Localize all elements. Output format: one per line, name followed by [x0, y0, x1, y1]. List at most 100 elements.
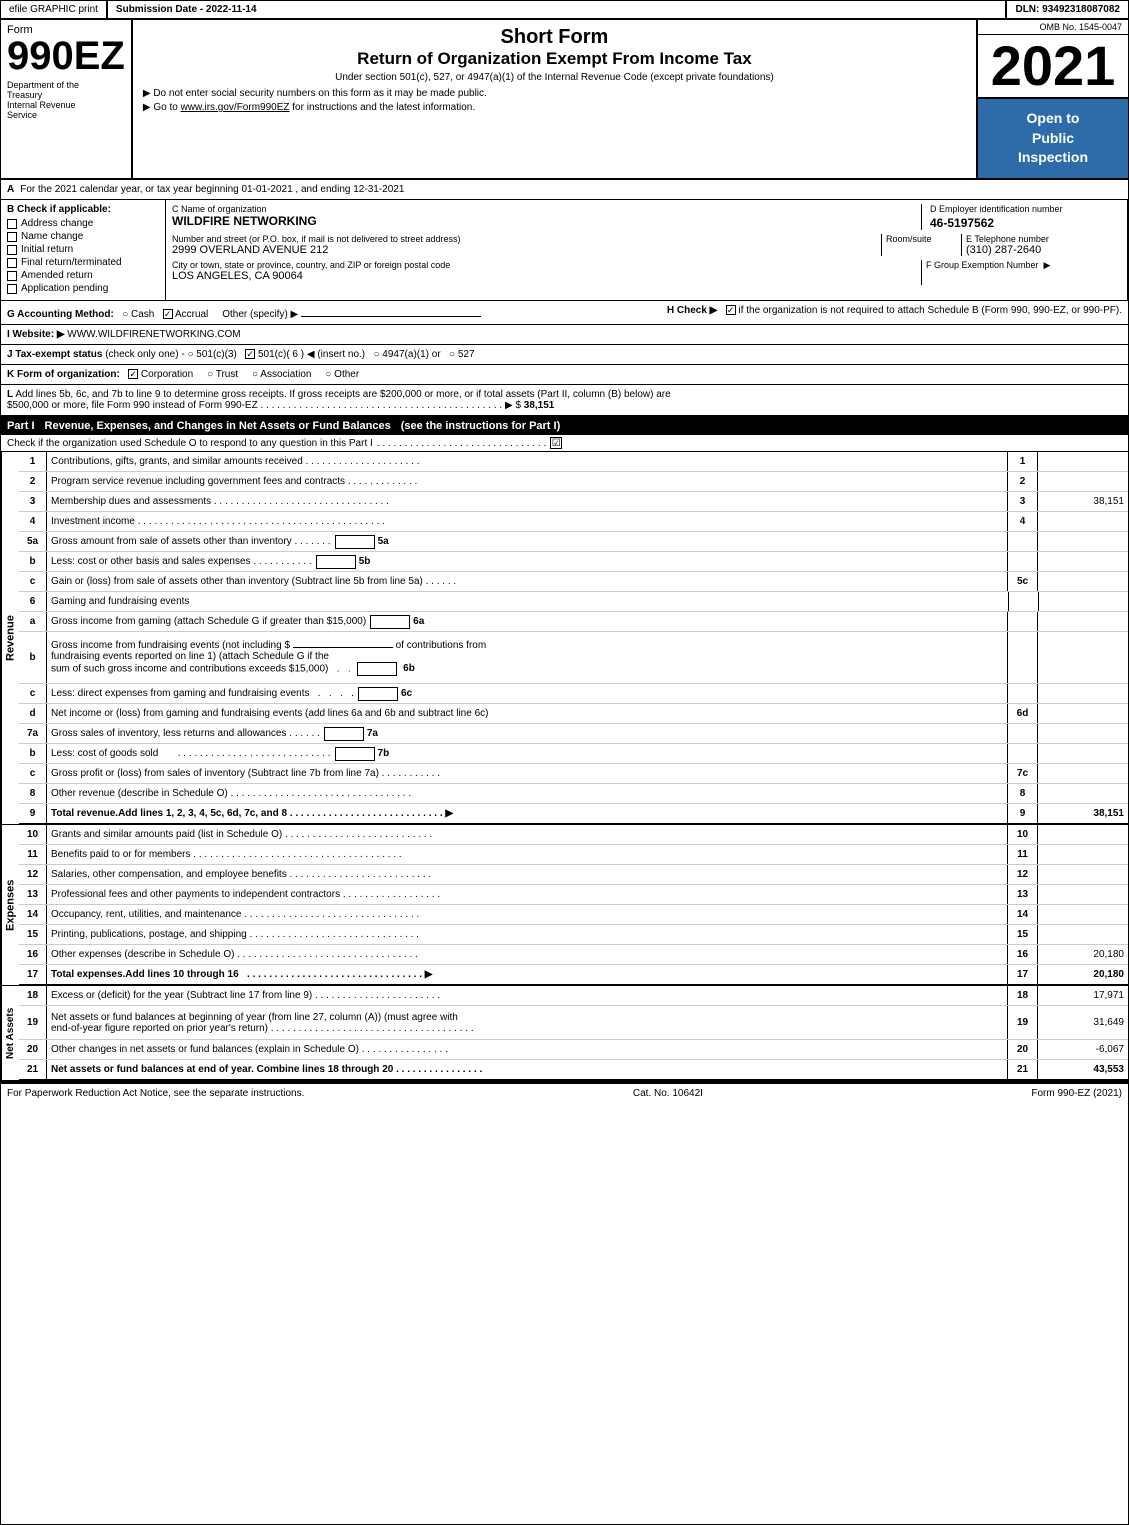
row13-lineref: 13: [1008, 885, 1038, 904]
tax-527-option[interactable]: ○ 527: [449, 349, 475, 360]
org-name-value: WILDFIRE NETWORKING: [172, 214, 921, 228]
row20-num: 20: [19, 1040, 47, 1059]
row7c-num: c: [19, 764, 47, 783]
row3-desc: Membership dues and assessments . . . . …: [47, 492, 1008, 511]
page-container: efile GRAPHIC print Submission Date - 20…: [0, 0, 1129, 1525]
row19-lineref: 19: [1008, 1006, 1038, 1039]
row17-num: 17: [19, 965, 47, 984]
row12-num: 12: [19, 865, 47, 884]
org-name-label: C Name of organization: [172, 204, 921, 214]
schedule-o-checkbox[interactable]: ☑: [550, 437, 562, 449]
name-change-item[interactable]: Name change: [7, 231, 159, 242]
row10-lineref: 10: [1008, 825, 1038, 844]
check-schedule-o-text: Check if the organization used Schedule …: [7, 438, 373, 449]
address-label: Number and street (or P.O. box, if mail …: [172, 234, 881, 244]
row7a-lineref: [1008, 724, 1038, 743]
amended-return-item[interactable]: Amended return: [7, 270, 159, 281]
website-url: WWW.WILDFIRENETWORKING.COM: [67, 329, 240, 340]
phone-label: E Telephone number: [966, 234, 1121, 244]
row1-desc: Contributions, gifts, grants, and simila…: [47, 452, 1008, 471]
application-pending-checkbox: [7, 284, 17, 294]
row6-desc: Gaming and fundraising events: [47, 592, 1008, 611]
row17-lineref: 17: [1008, 965, 1038, 984]
amended-return-checkbox: [7, 271, 17, 281]
row5a-num: 5a: [19, 532, 47, 551]
row5c-amount: [1038, 572, 1128, 591]
row14-lineref: 14: [1008, 905, 1038, 924]
bullet2: ▶ Go to www.irs.gov/Form990EZ for instru…: [143, 102, 966, 113]
row4-num: 4: [19, 512, 47, 531]
row4-lineref: 4: [1008, 512, 1038, 531]
row16-num: 16: [19, 945, 47, 964]
row8-lineref: 8: [1008, 784, 1038, 803]
row20-desc: Other changes in net assets or fund bala…: [47, 1040, 1008, 1059]
gross-receipts-text: Add lines 5b, 6c, and 7b to line 9 to de…: [15, 389, 670, 400]
tax-exempt-note: (check only one) -: [105, 349, 187, 360]
initial-return-item[interactable]: Initial return: [7, 244, 159, 255]
final-return-item[interactable]: Final return/terminated: [7, 257, 159, 268]
row2-num: 2: [19, 472, 47, 491]
row7b-num: b: [19, 744, 47, 763]
name-change-label: Name change: [21, 231, 83, 242]
row11-num: 11: [19, 845, 47, 864]
corp-option[interactable]: Corporation: [141, 369, 193, 380]
row6a-amount: [1038, 612, 1128, 631]
row10-num: 10: [19, 825, 47, 844]
city-label: City or town, state or province, country…: [172, 260, 921, 270]
row6-spacer: [1008, 592, 1038, 611]
omb-number: OMB No. 1545-0047: [978, 20, 1128, 35]
row5a-desc: Gross amount from sale of assets other t…: [47, 532, 1008, 551]
tax-501c3-option[interactable]: ○ 501(c)(3): [187, 349, 236, 360]
accrual-option[interactable]: Accrual: [175, 309, 208, 320]
website-label: I Website: ▶: [7, 329, 65, 340]
gross-receipts-text2: $500,000 or more, file Form 990 instead …: [7, 400, 521, 411]
row12-lineref: 12: [1008, 865, 1038, 884]
dln-label: DLN: 93492318087082: [1007, 1, 1128, 18]
other-org-option[interactable]: ○ Other: [325, 369, 359, 380]
section-a-text: For the 2021 calendar year, or tax year …: [20, 184, 404, 195]
row7c-lineref: 7c: [1008, 764, 1038, 783]
accrual-checkbox: ✓: [163, 309, 173, 319]
row6c-num: c: [19, 684, 47, 703]
h-label: H Check ▶: [667, 305, 717, 316]
section-a-label: A: [7, 184, 14, 195]
year-number: 2021: [978, 35, 1128, 99]
row21-num: 21: [19, 1060, 47, 1079]
dept-line3: Internal Revenue: [7, 100, 125, 110]
short-form-title: Short Form: [143, 26, 966, 49]
row18-num: 18: [19, 986, 47, 1005]
row6-amount: [1038, 592, 1128, 611]
row21-lineref: 21: [1008, 1060, 1038, 1079]
footer: For Paperwork Reduction Act Notice, see …: [1, 1082, 1128, 1103]
final-return-checkbox: [7, 258, 17, 268]
row7a-num: 7a: [19, 724, 47, 743]
address-change-item[interactable]: Address change: [7, 218, 159, 229]
row6d-num: d: [19, 704, 47, 723]
row7b-lineref: [1008, 744, 1038, 763]
tax-4947-option[interactable]: ○ 4947(a)(1) or: [373, 349, 440, 360]
cash-option[interactable]: ○ Cash: [122, 309, 154, 320]
row20-amount: -6,067: [1038, 1040, 1128, 1059]
trust-option[interactable]: ○ Trust: [207, 369, 238, 380]
row6a-num: a: [19, 612, 47, 631]
row7a-desc: Gross sales of inventory, less returns a…: [47, 724, 1008, 743]
row11-desc: Benefits paid to or for members . . . . …: [47, 845, 1008, 864]
gross-receipts-amount: 38,151: [524, 400, 555, 411]
row2-desc: Program service revenue including govern…: [47, 472, 1008, 491]
application-pending-item[interactable]: Application pending: [7, 283, 159, 294]
form-org-label: K Form of organization:: [7, 369, 120, 380]
row17-desc: Total expenses. Add lines 10 through 16 …: [47, 965, 1008, 984]
association-option[interactable]: ○ Association: [252, 369, 311, 380]
h-text: if the organization is not required to a…: [738, 305, 1122, 316]
revenue-side-label: Revenue: [1, 452, 19, 824]
row12-desc: Salaries, other compensation, and employ…: [47, 865, 1008, 884]
name-change-checkbox: [7, 232, 17, 242]
row6b-desc: Gross income from fundraising events (no…: [47, 632, 1008, 683]
row15-num: 15: [19, 925, 47, 944]
tax-501c6-option[interactable]: 501(c)( 6 ) ◀ (insert no.): [258, 349, 365, 360]
row14-desc: Occupancy, rent, utilities, and maintena…: [47, 905, 1008, 924]
row6a-desc: Gross income from gaming (attach Schedul…: [47, 612, 1008, 631]
address-change-label: Address change: [21, 218, 93, 229]
row5a-lineref: [1008, 532, 1038, 551]
row1-amount: [1038, 452, 1128, 471]
